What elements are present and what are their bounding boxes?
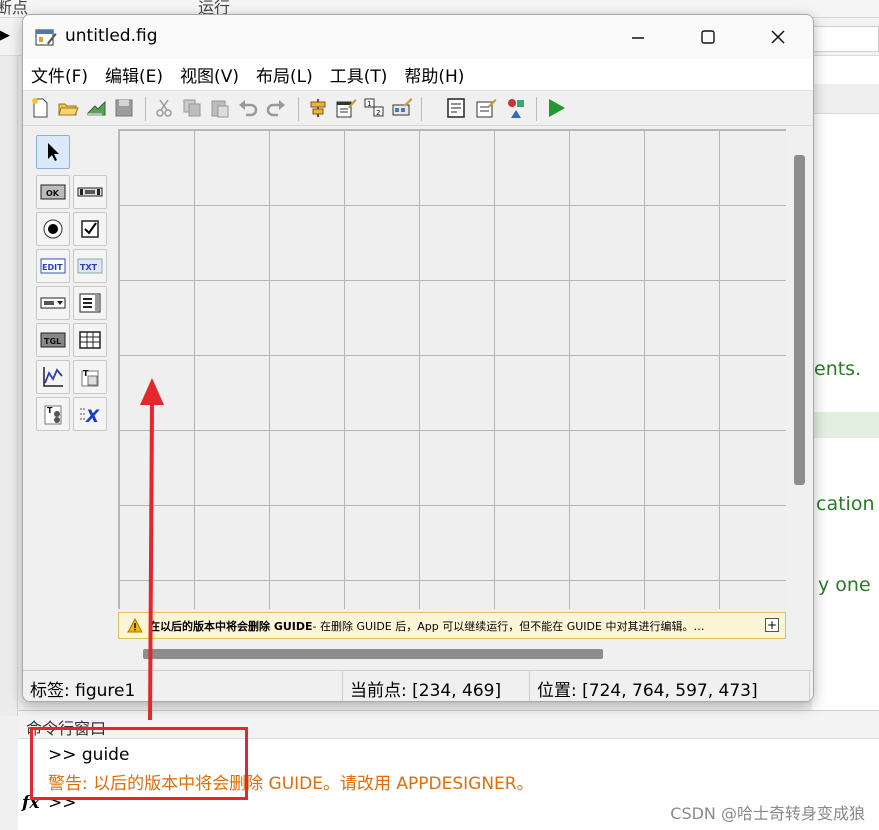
annotation-arrow xyxy=(140,378,164,721)
